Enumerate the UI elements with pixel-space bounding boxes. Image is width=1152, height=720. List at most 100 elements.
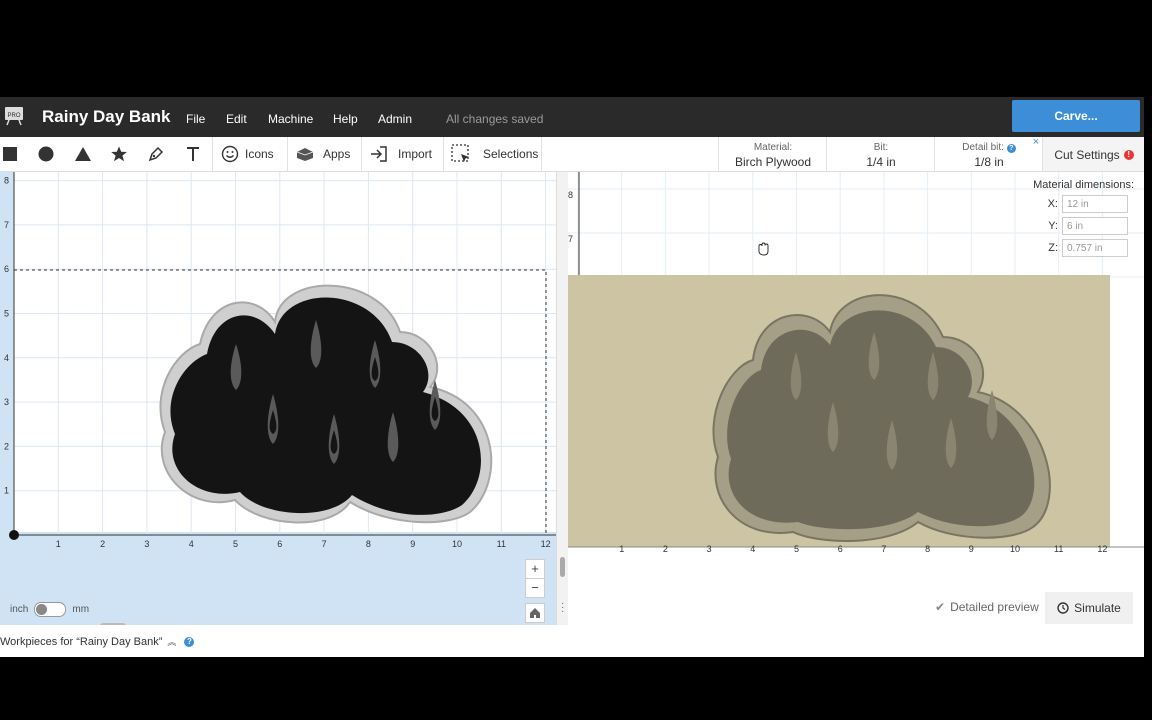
material-setting[interactable]: Material: Birch Plywood	[718, 137, 827, 171]
x-tick-label: 5	[233, 539, 238, 549]
material-dimensions-label: Material dimensions:	[1033, 179, 1134, 191]
home-icon	[530, 608, 540, 618]
square-tool[interactable]	[2, 137, 20, 171]
y-tick-label: 2	[4, 441, 9, 451]
star-icon	[111, 146, 127, 162]
triangle-icon	[75, 147, 91, 161]
preview-x-tick-label: 11	[1054, 544, 1063, 554]
material-dimensions-panel: Material dimensions: X: Y: Z:	[1026, 179, 1144, 257]
y-tick-label: 5	[4, 309, 9, 319]
x-tick-label: 10	[452, 539, 462, 549]
origin-point	[9, 530, 19, 540]
bit-setting[interactable]: Bit: 1/4 in	[826, 137, 935, 171]
material-key: Material:	[753, 142, 793, 153]
unit-toggle[interactable]	[34, 602, 67, 617]
preview-x-tick-label: 12	[1097, 544, 1107, 554]
help-icon[interactable]: ?	[184, 636, 195, 647]
preview-x-tick-label: 6	[838, 544, 843, 554]
apps-block-icon	[296, 148, 314, 161]
detailed-preview-toggle[interactable]: ✔ Detailed preview	[935, 600, 1039, 614]
cut-settings-label: Cut Settings	[1054, 148, 1120, 162]
hand-cursor-icon	[758, 242, 769, 256]
preview-x-tick-label: 8	[925, 544, 930, 554]
panel-menu-icon[interactable]: · · ·	[561, 599, 564, 617]
x-dim-label: X:	[1047, 198, 1058, 210]
unit-mm-label: mm	[72, 604, 90, 615]
menu-help[interactable]: Help	[333, 112, 358, 126]
unit-toggle-group: inch mm	[10, 602, 89, 617]
preview-x-tick-label: 7	[881, 544, 886, 554]
cut-settings-button[interactable]: Cut Settings !	[1042, 137, 1144, 171]
preview-x-tick-label: 5	[794, 544, 799, 554]
zoom-out-button[interactable]: −	[525, 578, 545, 598]
project-title[interactable]: Rainy Day Bank	[42, 107, 171, 127]
x-dimension-input[interactable]	[1062, 195, 1128, 213]
menu-file[interactable]: File	[186, 112, 205, 126]
bit-key: Bit:	[873, 142, 889, 153]
workpieces-label[interactable]: Workpieces for “Rainy Day Bank”	[0, 636, 162, 648]
top-bar: PRO Rainy Day Bank File Edit Machine Hel…	[0, 97, 1144, 137]
simulate-button[interactable]: Simulate	[1045, 592, 1133, 624]
preview-x-tick-label: 1	[619, 544, 624, 554]
y-dimension-input[interactable]	[1062, 217, 1128, 235]
menu-admin[interactable]: Admin	[378, 112, 412, 126]
icons-tool[interactable]: Icons	[221, 137, 274, 171]
remove-detail-bit-icon[interactable]: ×	[1033, 136, 1039, 148]
star-tool[interactable]	[111, 137, 129, 171]
simulate-label: Simulate	[1074, 601, 1121, 615]
save-status: All changes saved	[446, 112, 544, 126]
y-tick-label: 4	[4, 353, 9, 363]
import-label: Import	[398, 147, 433, 161]
circle-icon	[38, 146, 54, 162]
menu-machine[interactable]: Machine	[268, 112, 313, 126]
y-tick-label: 1	[4, 486, 9, 496]
y-tick-label: 3	[4, 397, 9, 407]
triangle-tool[interactable]	[75, 137, 93, 171]
material-value: Birch Plywood	[734, 155, 812, 169]
z-dim-label: Z:	[1048, 242, 1058, 254]
x-tick-label: 2	[100, 539, 105, 549]
svg-text:PRO: PRO	[7, 113, 20, 119]
detail-bit-value: 1/8 in	[974, 155, 1004, 169]
selections-tool[interactable]: Selections	[451, 137, 538, 171]
design-canvas[interactable]: 87654321 1 2 3 4 5 6 7 8 9 10 11 12 + − …	[0, 172, 556, 629]
preview-y-tick-label: 8	[568, 190, 573, 200]
selection-marquee-icon	[451, 144, 469, 162]
square-icon	[3, 147, 17, 161]
x-tick-label: 12	[541, 539, 551, 549]
import-tool[interactable]: Import	[370, 137, 432, 171]
z-dimension-input[interactable]	[1062, 239, 1128, 257]
menu-edit[interactable]: Edit	[226, 112, 247, 126]
detail-bit-setting[interactable]: Detail bit: ? 1/8 in ×	[934, 136, 1043, 171]
bit-value: 1/4 in	[866, 155, 896, 169]
shape-toolbar: Icons Apps Import Selections	[0, 137, 556, 172]
home-view-button[interactable]	[525, 603, 545, 623]
x-tick-label: 7	[322, 539, 327, 549]
y-tick-label: 8	[4, 176, 9, 186]
detailed-preview-label: Detailed preview	[950, 600, 1039, 614]
preview-x-tick-label: 9	[969, 544, 974, 554]
vertical-scrollbar[interactable]	[560, 557, 565, 577]
warning-icon: !	[1123, 150, 1134, 160]
text-tool[interactable]	[185, 137, 203, 171]
preview-x-tick-label: 3	[707, 544, 712, 554]
app-window: PRO Rainy Day Bank File Edit Machine Hel…	[0, 97, 1144, 657]
carve-button[interactable]: Carve...	[1012, 100, 1140, 132]
circle-tool[interactable]	[38, 137, 56, 171]
apps-tool[interactable]: Apps	[295, 137, 350, 171]
icons-label: Icons	[245, 147, 274, 161]
preview-x-tick-label: 10	[1010, 544, 1020, 554]
clock-icon	[1057, 602, 1069, 614]
x-tick-label: 4	[189, 539, 194, 549]
pen-tool[interactable]	[148, 137, 166, 171]
zoom-in-button[interactable]: +	[525, 559, 545, 579]
design-grid[interactable]: 87654321 1 2 3 4 5 6 7 8 9 10 11 12	[0, 172, 556, 625]
x-tick-label: 1	[56, 539, 61, 549]
y-dim-label: Y:	[1048, 220, 1058, 232]
chevron-up-icon[interactable]: ︽	[167, 635, 176, 648]
import-icon	[371, 146, 387, 162]
easel-pro-logo-icon[interactable]: PRO	[4, 106, 24, 126]
help-icon[interactable]: ?	[1006, 144, 1016, 153]
y-tick-label: 7	[4, 220, 9, 230]
x-tick-label: 6	[277, 539, 282, 549]
